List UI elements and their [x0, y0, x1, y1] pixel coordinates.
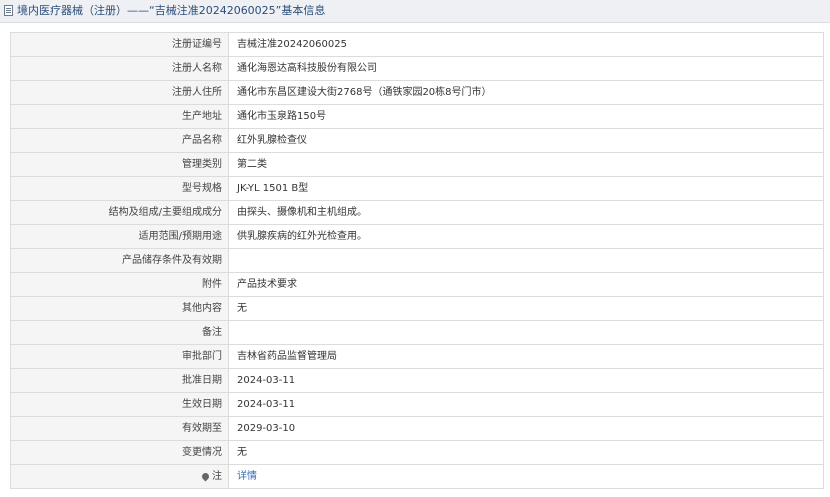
row-value [228, 248, 824, 273]
row-value: 吉械注准20242060025 [228, 32, 824, 57]
table-row: 备注 [10, 320, 824, 345]
table-row: 产品储存条件及有效期 [10, 248, 824, 273]
note-row: 注 详情 [10, 464, 824, 489]
row-value: 产品技术要求 [228, 272, 824, 297]
row-label: 备注 [10, 320, 229, 345]
row-value [228, 320, 824, 345]
pin-icon [200, 471, 211, 481]
document-icon [4, 5, 13, 16]
row-value: JK-YL 1501 B型 [228, 176, 824, 201]
details-link[interactable]: 详情 [237, 471, 257, 482]
row-value: 吉林省药品监督管理局 [228, 344, 824, 369]
row-label: 注册人名称 [10, 56, 229, 81]
row-value: 第二类 [228, 152, 824, 177]
table-row: 产品名称 红外乳腺检查仪 [10, 128, 824, 153]
row-label: 型号规格 [10, 176, 229, 201]
row-value: 2024-03-11 [228, 368, 824, 393]
row-label: 产品储存条件及有效期 [10, 248, 229, 273]
row-value: 供乳腺疾病的红外光检查用。 [228, 224, 824, 249]
table-row: 审批部门 吉林省药品监督管理局 [10, 344, 824, 369]
table-row: 变更情况 无 [10, 440, 824, 465]
table-row: 型号规格 JK-YL 1501 B型 [10, 176, 824, 201]
table-row: 其他内容 无 [10, 296, 824, 321]
row-label: 适用范围/预期用途 [10, 224, 229, 249]
row-label: 管理类别 [10, 152, 229, 177]
table-row: 结构及组成/主要组成成分 由探头、摄像机和主机组成。 [10, 200, 824, 225]
row-value: 2024-03-11 [228, 392, 824, 417]
row-label: 审批部门 [10, 344, 229, 369]
row-label: 生效日期 [10, 392, 229, 417]
row-value: 由探头、摄像机和主机组成。 [228, 200, 824, 225]
row-label: 注册人住所 [10, 80, 229, 105]
row-label: 批准日期 [10, 368, 229, 393]
row-label: 结构及组成/主要组成成分 [10, 200, 229, 225]
row-value: 通化海恩达高科技股份有限公司 [228, 56, 824, 81]
table-row: 注册证编号 吉械注准20242060025 [10, 32, 824, 57]
row-label: 变更情况 [10, 440, 229, 465]
row-value: 无 [228, 296, 824, 321]
row-value: 通化市玉泉路150号 [228, 104, 824, 129]
table-row: 附件 产品技术要求 [10, 272, 824, 297]
row-label: 产品名称 [10, 128, 229, 153]
row-value: 无 [228, 440, 824, 465]
row-label: 附件 [10, 272, 229, 297]
table-row: 注册人住所 通化市东昌区建设大街2768号（通铁家园20栋8号门市） [10, 80, 824, 105]
row-label: 注册证编号 [10, 32, 229, 57]
row-value: 红外乳腺检查仪 [228, 128, 824, 153]
table-row: 批准日期 2024-03-11 [10, 368, 824, 393]
table-row: 适用范围/预期用途 供乳腺疾病的红外光检查用。 [10, 224, 824, 249]
row-value: 2029-03-10 [228, 416, 824, 441]
note-label: 注 [212, 470, 222, 482]
table-row: 有效期至 2029-03-10 [10, 416, 824, 441]
row-value: 通化市东昌区建设大街2768号（通铁家园20栋8号门市） [228, 80, 824, 105]
note-label-cell: 注 [10, 464, 229, 489]
table-row: 生效日期 2024-03-11 [10, 392, 824, 417]
note-value-cell: 详情 [228, 464, 824, 489]
row-label: 生产地址 [10, 104, 229, 129]
page-header: 境内医疗器械（注册）——“吉械注准20242060025”基本信息 [0, 0, 830, 23]
table-row: 管理类别 第二类 [10, 152, 824, 177]
table-row: 生产地址 通化市玉泉路150号 [10, 104, 824, 129]
detail-table: 注册证编号 吉械注准20242060025 注册人名称 通化海恩达高科技股份有限… [10, 32, 824, 489]
page-title: 境内医疗器械（注册）——“吉械注准20242060025”基本信息 [17, 4, 326, 17]
row-label: 有效期至 [10, 416, 229, 441]
table-row: 注册人名称 通化海恩达高科技股份有限公司 [10, 56, 824, 81]
row-label: 其他内容 [10, 296, 229, 321]
